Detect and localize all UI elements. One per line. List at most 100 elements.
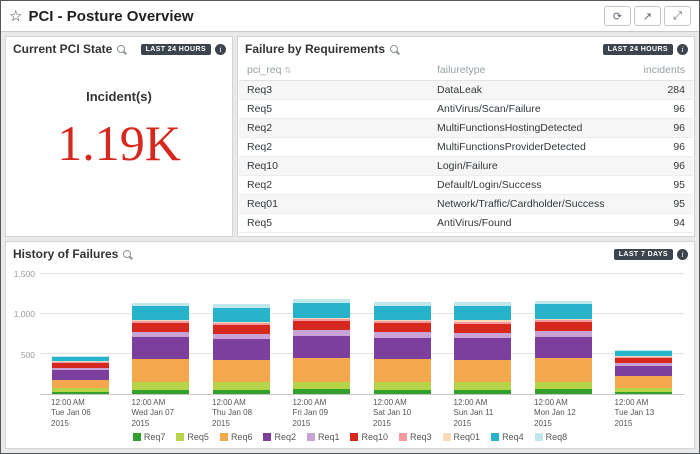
legend-label: Req6 <box>231 432 253 442</box>
sort-icon: ⇅ <box>284 66 291 75</box>
bar-segment-Req10[interactable] <box>293 321 350 330</box>
bar-segment-Req5[interactable] <box>454 382 511 389</box>
bar-segment-Req2[interactable] <box>454 338 511 360</box>
legend-item-Req8[interactable]: Req8 <box>535 432 568 442</box>
bar-segment-Req2[interactable] <box>213 339 270 360</box>
legend-item-Req01[interactable]: Req01 <box>443 432 481 442</box>
bar-segment-Req6[interactable] <box>454 360 511 383</box>
single-value[interactable]: 1.19K <box>57 118 181 168</box>
bar-segment-Req7[interactable] <box>454 390 511 394</box>
stacked-bar-5[interactable] <box>454 274 511 394</box>
bar-segment-Req10[interactable] <box>454 324 511 333</box>
legend-label: Req2 <box>274 432 296 442</box>
stacked-bar-3[interactable] <box>293 274 350 394</box>
bar-segment-Req6[interactable] <box>293 358 350 382</box>
bar-segment-Req7[interactable] <box>213 390 270 394</box>
bar-segment-Req5[interactable] <box>293 382 350 390</box>
column-header-pci-req[interactable]: pci_req⇅ <box>239 59 429 81</box>
bar-segment-Req7[interactable] <box>293 389 350 394</box>
search-icon[interactable] <box>390 44 401 55</box>
bar-segment-Req7[interactable] <box>132 390 189 394</box>
x-axis-label: 12:00 AMThu Jan 082015 <box>201 398 282 428</box>
bar-segment-Req7[interactable] <box>52 392 109 394</box>
fullscreen-button[interactable]: ⤢ <box>664 6 691 26</box>
history-y-axis: 5001,0001,500 <box>10 274 40 395</box>
info-icon[interactable]: i <box>677 44 688 55</box>
bar-segment-Req10[interactable] <box>535 322 592 331</box>
bar-segment-Req5[interactable] <box>213 382 270 389</box>
stacked-bar-4[interactable] <box>374 274 431 394</box>
history-x-labels: 12:00 AMTue Jan 06201512:00 AMWed Jan 07… <box>40 395 684 428</box>
legend-item-Req10[interactable]: Req10 <box>350 432 388 442</box>
failure-table: pci_req⇅ failuretype incidents Req3DataL… <box>239 59 693 233</box>
bar-segment-Req2[interactable] <box>535 337 592 359</box>
table-row[interactable]: Req2Default/Login/Success95 <box>239 176 693 195</box>
favorite-star-icon[interactable]: ☆ <box>9 9 22 24</box>
stacked-bar-7[interactable] <box>615 274 672 394</box>
table-row[interactable]: Req01Network/Traffic/Cardholder/Success9… <box>239 195 693 214</box>
info-icon[interactable]: i <box>677 249 688 260</box>
titlebar-actions: ⟳ ↗ ⤢ <box>604 6 691 26</box>
bar-segment-Req7[interactable] <box>615 392 672 394</box>
bar-segment-Req2[interactable] <box>132 337 189 359</box>
bar-segment-Req4[interactable] <box>454 306 511 321</box>
bar-segment-Req6[interactable] <box>374 359 431 382</box>
legend-color-chip <box>350 433 358 441</box>
x-axis-label: 12:00 AMWed Jan 072015 <box>121 398 202 428</box>
stacked-bar-1[interactable] <box>132 274 189 394</box>
bar-segment-Req2[interactable] <box>52 370 109 380</box>
stacked-bar-6[interactable] <box>535 274 592 394</box>
y-axis-tick: 500 <box>21 350 35 360</box>
legend-color-chip <box>263 433 271 441</box>
legend-item-Req6[interactable]: Req6 <box>220 432 253 442</box>
legend-item-Req2[interactable]: Req2 <box>263 432 296 442</box>
bar-segment-Req5[interactable] <box>535 382 592 390</box>
legend-item-Req5[interactable]: Req5 <box>176 432 209 442</box>
bar-segment-Req6[interactable] <box>535 358 592 381</box>
search-icon[interactable] <box>117 44 128 55</box>
bar-segment-Req4[interactable] <box>132 306 189 320</box>
legend-item-Req7[interactable]: Req7 <box>133 432 166 442</box>
bar-segment-Req5[interactable] <box>132 382 189 390</box>
column-header-failuretype[interactable]: failuretype <box>429 59 621 81</box>
table-row[interactable]: Req5AntiVirus/Found94 <box>239 214 693 233</box>
bar-segment-Req6[interactable] <box>132 359 189 382</box>
bar-column <box>40 274 121 394</box>
bar-segment-Req6[interactable] <box>615 376 672 387</box>
info-icon[interactable]: i <box>215 44 226 55</box>
stacked-bar-0[interactable] <box>52 274 109 394</box>
time-range-badge: LAST 7 DAYS <box>614 249 673 260</box>
bar-segment-Req6[interactable] <box>52 380 109 389</box>
table-row[interactable]: Req10Login/Failure96 <box>239 157 693 176</box>
table-row[interactable]: Req2MultiFunctionsProviderDetected96 <box>239 138 693 157</box>
export-button[interactable]: ↗ <box>634 6 661 26</box>
bar-segment-Req10[interactable] <box>213 325 270 334</box>
panel-head: History of Failures LAST 7 DAYS i <box>6 242 694 264</box>
legend-item-Req3[interactable]: Req3 <box>399 432 432 442</box>
bar-segment-Req4[interactable] <box>535 304 592 318</box>
legend-item-Req4[interactable]: Req4 <box>491 432 524 442</box>
bar-segment-Req4[interactable] <box>213 308 270 322</box>
column-header-incidents[interactable]: incidents <box>621 59 693 81</box>
table-row[interactable]: Req2MultiFunctionsHostingDetected96 <box>239 119 693 138</box>
bar-segment-Req2[interactable] <box>293 336 350 358</box>
top-row: Current PCI State LAST 24 HOURS i Incide… <box>5 36 695 237</box>
bar-segment-Req10[interactable] <box>132 323 189 332</box>
bar-segment-Req4[interactable] <box>293 303 350 318</box>
legend-label: Req1 <box>318 432 340 442</box>
table-row[interactable]: Req3DataLeak284 <box>239 81 693 100</box>
bar-segment-Req4[interactable] <box>374 306 431 320</box>
legend-item-Req1[interactable]: Req1 <box>307 432 340 442</box>
bar-segment-Req2[interactable] <box>615 366 672 376</box>
bar-segment-Req7[interactable] <box>374 390 431 394</box>
bar-segment-Req10[interactable] <box>374 323 431 332</box>
search-icon[interactable] <box>123 249 134 260</box>
table-row[interactable]: Req5AntiVirus/Scan/Failure96 <box>239 100 693 119</box>
bar-segment-Req7[interactable] <box>535 389 592 394</box>
bar-segment-Req2[interactable] <box>374 338 431 359</box>
bar-segment-Req5[interactable] <box>374 382 431 390</box>
stacked-bar-2[interactable] <box>213 274 270 394</box>
legend-label: Req5 <box>187 432 209 442</box>
bar-segment-Req6[interactable] <box>213 360 270 382</box>
refresh-button[interactable]: ⟳ <box>604 6 631 26</box>
